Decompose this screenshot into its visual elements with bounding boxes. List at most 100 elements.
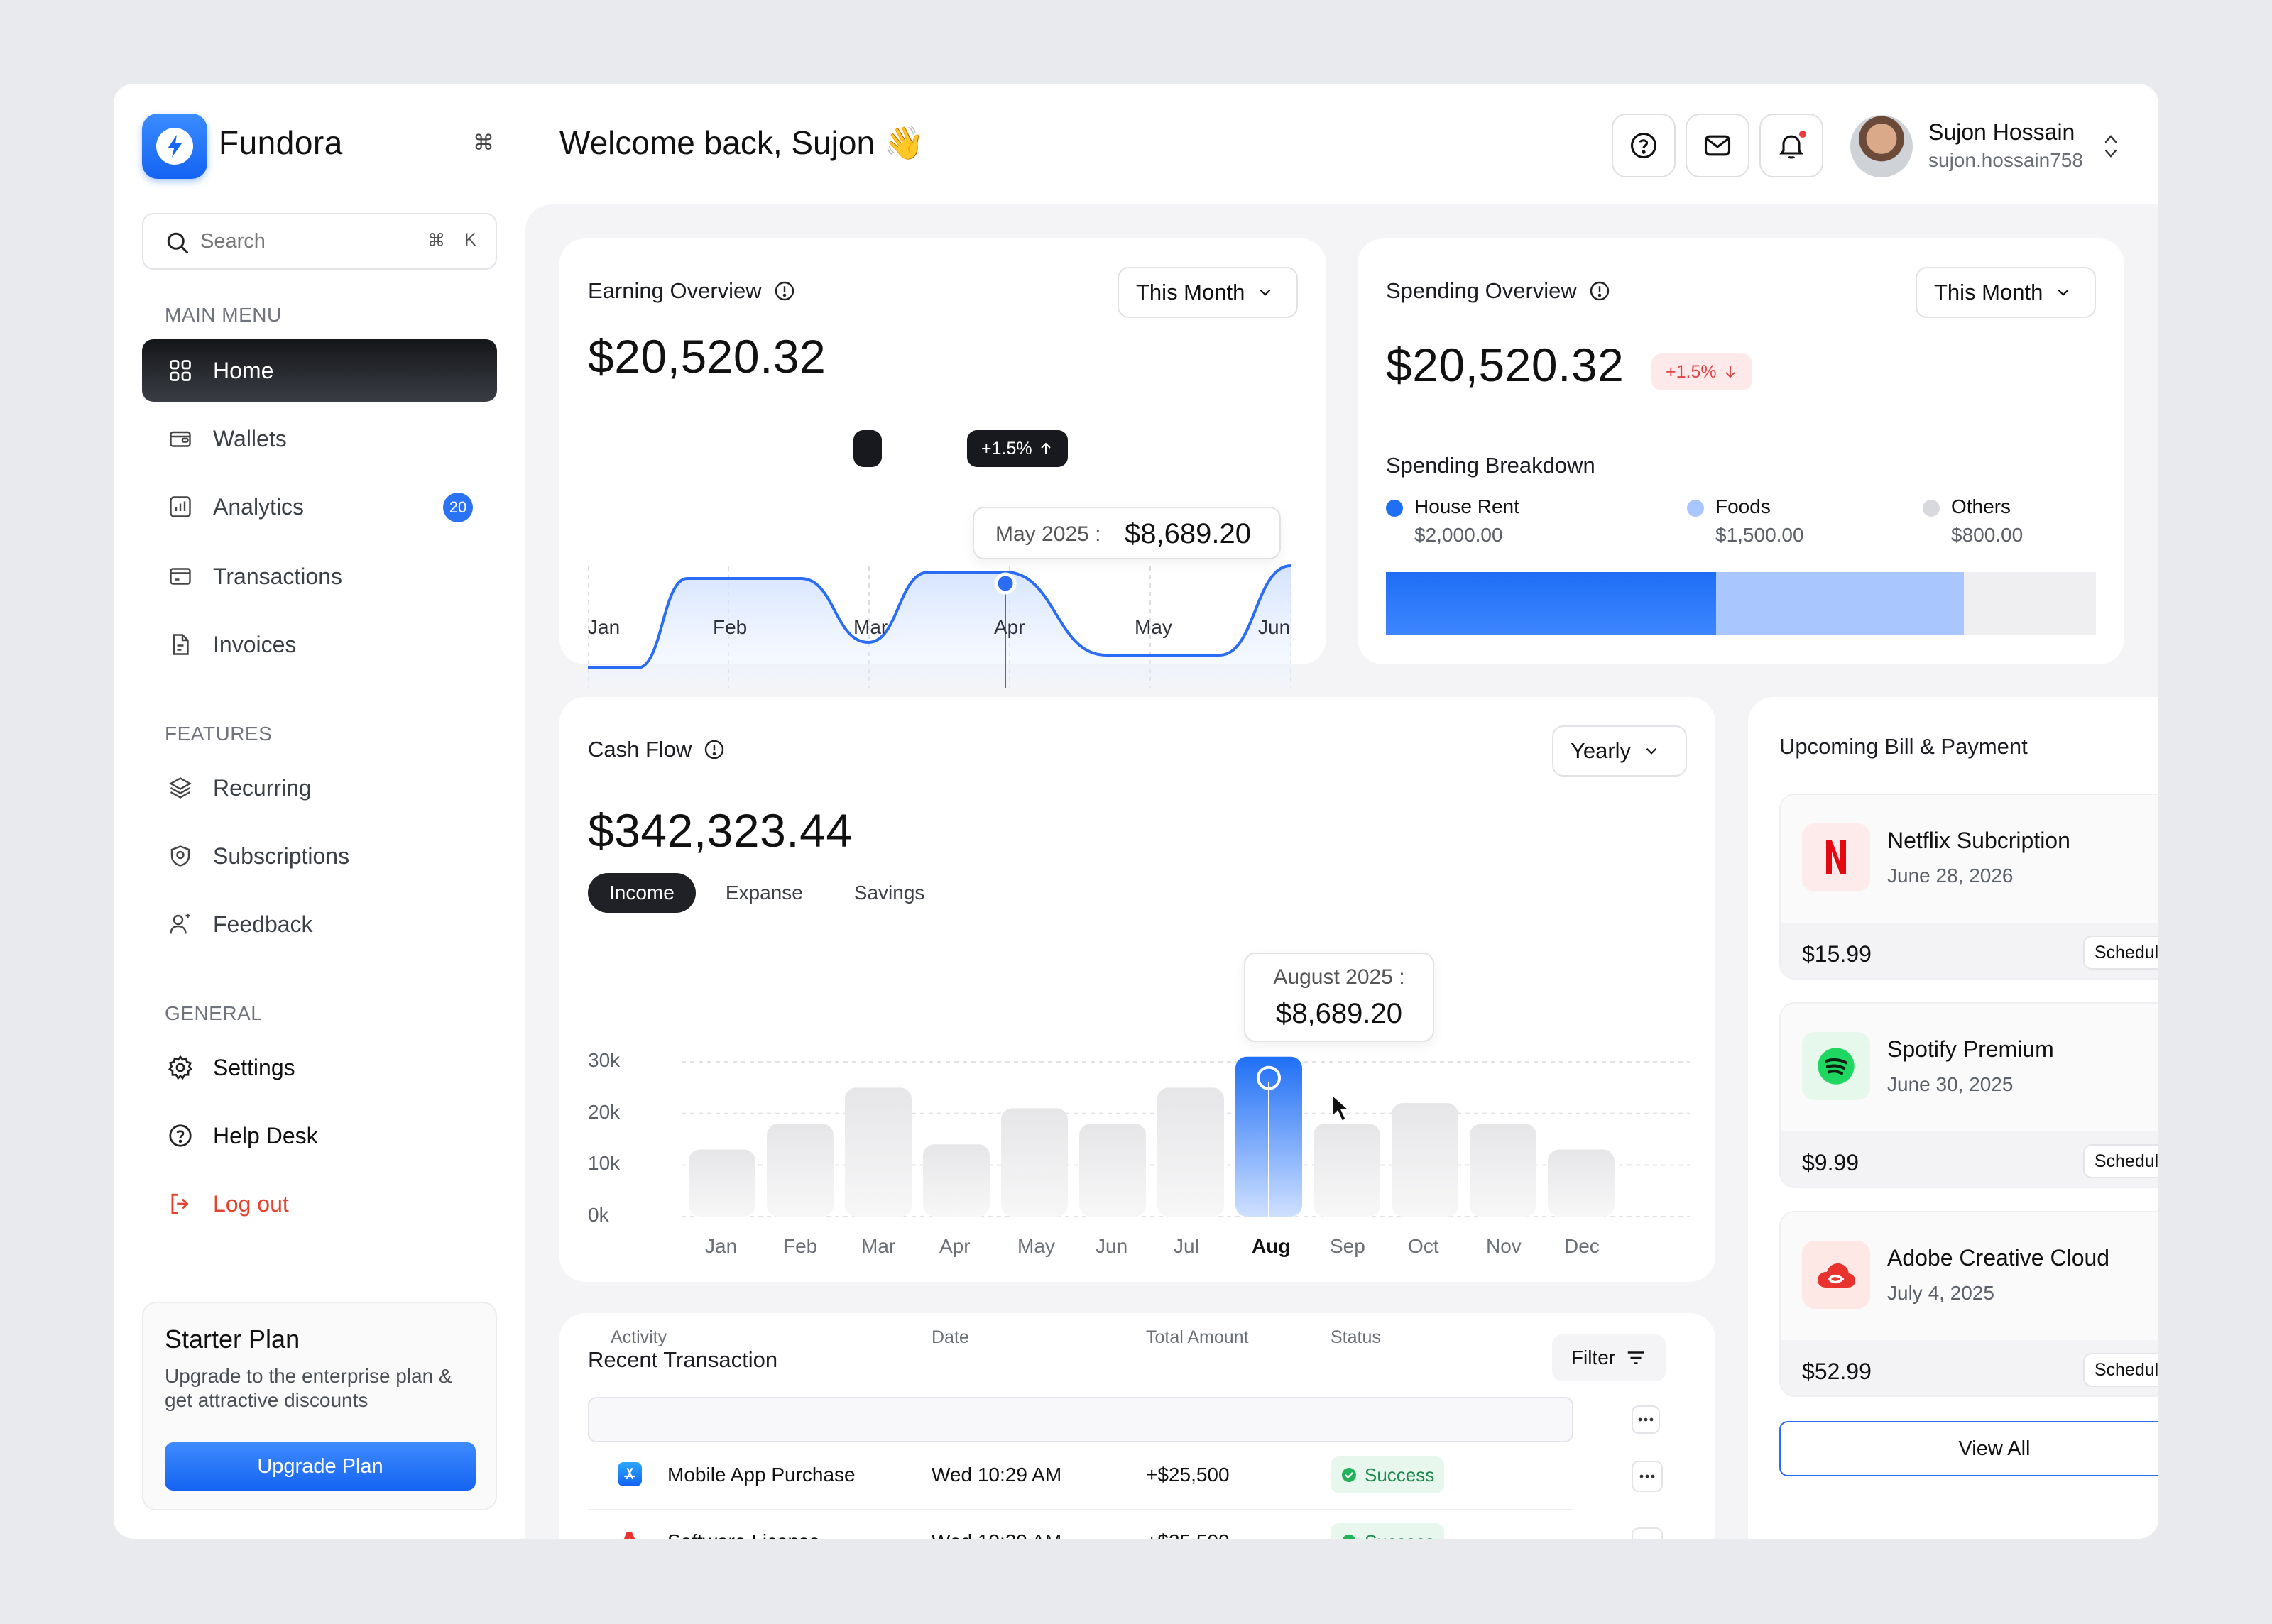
more-icon bbox=[1638, 1417, 1654, 1422]
tab-expanse[interactable]: Expanse bbox=[704, 873, 824, 913]
wallet-icon bbox=[166, 424, 195, 453]
legend-house-rent-value: $2,000.00 bbox=[1414, 524, 1503, 546]
sidebar-item-feedback[interactable]: Feedback bbox=[142, 893, 497, 955]
status-badge: Success bbox=[1331, 1456, 1445, 1493]
cashflow-x-tick: Jun bbox=[1096, 1235, 1128, 1257]
spending-title-row: Spending Overview bbox=[1386, 278, 1611, 304]
netflix-icon bbox=[1802, 823, 1870, 891]
table-options-button[interactable] bbox=[1632, 1405, 1660, 1434]
transaction-date: Wed 10:29 AM bbox=[932, 1530, 1061, 1539]
status-badge: Success bbox=[1331, 1523, 1445, 1540]
help-icon bbox=[166, 1121, 195, 1150]
command-icon[interactable]: ⌘ bbox=[473, 131, 494, 155]
tab-income[interactable]: Income bbox=[588, 873, 696, 913]
bill-amount: $15.99 bbox=[1802, 941, 1872, 967]
sidebar-item-label: Wallets bbox=[213, 425, 287, 451]
row-options-button[interactable] bbox=[1632, 1461, 1663, 1492]
cashflow-bar bbox=[1157, 1087, 1224, 1217]
bill-item-spotify[interactable]: Spotify Premium June 30, 2025 $9.99 Sche… bbox=[1779, 1002, 2158, 1188]
filter-button[interactable]: Filter bbox=[1552, 1334, 1666, 1381]
breakdown-segment bbox=[1386, 572, 1717, 635]
row-divider bbox=[588, 1509, 1573, 1510]
sidebar-item-settings[interactable]: Settings bbox=[142, 1036, 497, 1099]
bill-item-adobe[interactable]: Adobe Creative Cloud July 4, 2025 $52.99… bbox=[1779, 1211, 2158, 1397]
sidebar-item-invoices[interactable]: Invoices bbox=[142, 613, 497, 676]
cashflow-title-row: Cash Flow bbox=[588, 737, 726, 762]
sidebar-item-label: Subscriptions bbox=[213, 843, 350, 869]
info-icon[interactable] bbox=[773, 280, 796, 302]
bill-name: Adobe Creative Cloud bbox=[1887, 1245, 2110, 1271]
spending-breakdown-bar bbox=[1386, 572, 2096, 635]
app-name: Fundora bbox=[219, 124, 343, 161]
check-circle-icon bbox=[1342, 1468, 1356, 1482]
legend-others-value: $800.00 bbox=[1951, 524, 2024, 546]
legend-foods-value: $1,500.00 bbox=[1715, 524, 1804, 546]
shortcut-key: K bbox=[464, 230, 476, 250]
sidebar-item-label: Log out bbox=[213, 1190, 289, 1217]
breakdown-segment bbox=[1716, 572, 1964, 635]
bill-item-netflix[interactable]: Netflix Subcription June 28, 2026 $15.99… bbox=[1779, 794, 2158, 980]
layers-icon bbox=[166, 774, 195, 802]
avatar[interactable] bbox=[1850, 115, 1913, 177]
help-button[interactable] bbox=[1612, 114, 1676, 177]
arrow-up-icon bbox=[1040, 442, 1051, 454]
spending-change-badge: +1.5% bbox=[1651, 353, 1752, 390]
notifications-button[interactable] bbox=[1759, 114, 1823, 177]
analytics-icon bbox=[166, 493, 195, 521]
cashflow-y-tick: 10k bbox=[588, 1152, 621, 1175]
shield-icon bbox=[166, 842, 195, 870]
user-name: Sujon Hossain bbox=[1928, 119, 2075, 145]
row-options-button[interactable] bbox=[1632, 1527, 1663, 1539]
messages-button[interactable] bbox=[1686, 114, 1749, 177]
cashflow-x-tick: Aug bbox=[1252, 1235, 1291, 1257]
status-label: Success bbox=[1365, 1464, 1435, 1486]
sidebar-item-home[interactable]: Home bbox=[142, 339, 497, 402]
sidebar-item-analytics[interactable]: Analytics 20 bbox=[142, 476, 497, 538]
cashflow-bar bbox=[1470, 1124, 1536, 1217]
sidebar-item-help-desk[interactable]: Help Desk bbox=[142, 1104, 497, 1167]
sidebar-item-transactions[interactable]: Transactions bbox=[142, 545, 497, 608]
info-icon[interactable] bbox=[1588, 280, 1611, 302]
earning-x-tick: Feb bbox=[713, 616, 748, 638]
account-switcher-icon[interactable] bbox=[2102, 131, 2120, 162]
cashflow-x-tick: Apr bbox=[939, 1235, 971, 1257]
chevron-down-icon bbox=[2058, 289, 2069, 296]
tab-savings[interactable]: Savings bbox=[833, 873, 946, 913]
tooltip-label: August 2025 : bbox=[1273, 965, 1405, 989]
view-all-button[interactable]: View All bbox=[1779, 1421, 2158, 1476]
earning-area-fill bbox=[588, 566, 1291, 688]
sidebar-item-logout[interactable]: Log out bbox=[142, 1173, 497, 1235]
spending-period-dropdown[interactable]: This Month bbox=[1916, 267, 2096, 318]
tooltip-value: $8,689.20 bbox=[1276, 998, 1402, 1029]
bill-date: June 28, 2026 bbox=[1887, 865, 2014, 887]
user-feedback-icon bbox=[166, 910, 195, 938]
status-label: Success bbox=[1365, 1531, 1434, 1540]
search-input[interactable]: Search ⌘ K bbox=[142, 213, 497, 270]
cash-flow-bar-chart bbox=[682, 1056, 1690, 1217]
sidebar-item-recurring[interactable]: Recurring bbox=[142, 757, 497, 819]
earning-change-badge bbox=[853, 430, 882, 467]
sidebar-item-label: Transactions bbox=[213, 563, 342, 589]
cashflow-period-dropdown[interactable]: Yearly bbox=[1552, 725, 1687, 777]
info-icon[interactable] bbox=[703, 738, 726, 761]
earning-line-chart bbox=[588, 564, 1291, 688]
bill-amount: $9.99 bbox=[1802, 1150, 1859, 1175]
sidebar-item-subscriptions[interactable]: Subscriptions bbox=[142, 825, 497, 887]
sidebar-item-label: Home bbox=[213, 357, 274, 383]
transaction-date: Wed 10:29 AM bbox=[932, 1464, 1062, 1486]
legend-dot-house-rent bbox=[1386, 500, 1403, 517]
gear-icon bbox=[166, 1053, 195, 1082]
sidebar-item-wallets[interactable]: Wallets bbox=[142, 407, 497, 470]
transactions-icon bbox=[166, 562, 195, 591]
column-date: Date bbox=[932, 1327, 969, 1347]
search-placeholder: Search bbox=[200, 230, 266, 253]
earning-period-dropdown[interactable]: This Month bbox=[1118, 267, 1298, 318]
bill-name: Netflix Subcription bbox=[1887, 828, 2070, 853]
upgrade-plan-button[interactable]: Upgrade Plan bbox=[165, 1442, 476, 1491]
grid-icon bbox=[166, 356, 195, 385]
cashflow-title: Cash Flow bbox=[588, 737, 692, 762]
analytics-count-badge: 20 bbox=[443, 493, 473, 522]
cashflow-bar bbox=[1001, 1108, 1068, 1217]
sidebar-item-label: Settings bbox=[213, 1054, 295, 1080]
earning-title-row: Earning Overview bbox=[588, 278, 796, 304]
